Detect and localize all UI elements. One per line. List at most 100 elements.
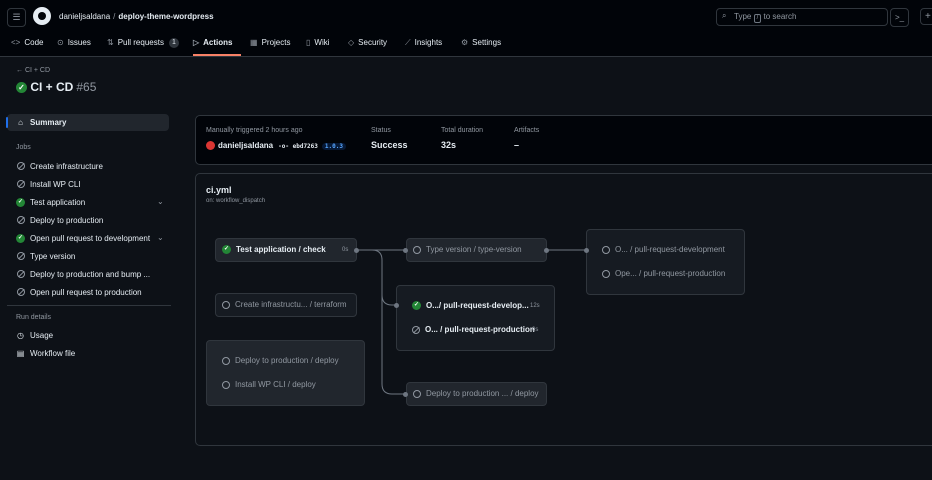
sidebar-job-type-version[interactable]: Type version	[16, 249, 75, 263]
search-input[interactable]: ⌕ Type / to search	[716, 8, 888, 26]
commit-icon: -o-	[278, 143, 289, 150]
job-duration: 0s	[342, 247, 349, 253]
ref-badge[interactable]: 1.0.3	[321, 143, 346, 150]
actor-link[interactable]: danieljsaldana	[218, 141, 273, 150]
run-details-heading: Run details	[16, 314, 52, 321]
job-group-pull-requests-middle	[396, 285, 555, 351]
stopwatch-icon: ◷	[17, 330, 24, 340]
job-install-wp-cli[interactable]: Install WP CLI / deploy	[222, 380, 316, 389]
pending-icon	[602, 269, 610, 278]
job-pr-development-mid[interactable]: ✓ O.../ pull-request-develop...	[412, 301, 529, 310]
tab-pull-requests[interactable]: ⇅ Pull requests 1	[107, 35, 179, 56]
job-deploy-bump[interactable]: Deploy to production ... / deploy	[413, 389, 539, 398]
sidebar-job-install-wp-cli[interactable]: Install WP CLI	[16, 177, 81, 191]
repo-owner-link[interactable]: danieljsaldana	[59, 12, 110, 21]
status-value: Success	[371, 140, 408, 150]
pending-icon	[602, 245, 610, 254]
search-shortcut-key: /	[753, 14, 762, 23]
breadcrumb: danieljsaldana / deploy-theme-wordpress	[59, 12, 214, 21]
issue-icon: ⊙	[57, 38, 64, 47]
job-group-deploy	[206, 340, 365, 406]
skipped-icon	[16, 270, 25, 278]
tab-projects[interactable]: ▦ Projects	[250, 35, 290, 56]
success-check-icon: ✓	[412, 301, 421, 310]
job-pr-production-right[interactable]: Ope... / pull-request-production	[602, 269, 725, 278]
plus-icon: +	[925, 11, 931, 22]
top-bar: ☰ danieljsaldana / deploy-theme-wordpress …	[0, 0, 932, 57]
sidebar-job-open-pr-production[interactable]: Open pull request to production	[16, 285, 142, 299]
sidebar-job-deploy-to-production[interactable]: Deploy to production	[16, 213, 103, 227]
menu-button[interactable]: ☰	[7, 8, 26, 27]
sidebar-item-summary[interactable]: ⌂ Summary	[16, 115, 66, 129]
create-new-button[interactable]: +	[920, 8, 932, 25]
success-check-icon: ✓	[222, 245, 231, 254]
artifacts-label: Artifacts	[514, 127, 540, 134]
tab-insights[interactable]: ⟋ Insights	[405, 35, 442, 56]
job-group-pull-requests-right	[586, 229, 745, 295]
repo-name-link[interactable]: deploy-theme-wordpress	[118, 12, 213, 21]
avatar[interactable]	[206, 141, 215, 151]
success-check-icon: ✓	[16, 233, 25, 243]
tab-settings[interactable]: ⚙ Settings	[461, 35, 501, 56]
workflow-graph-card: ci.yml on: workflow_dispatch ✓ Test appli…	[195, 173, 932, 446]
play-icon: ▷	[193, 38, 200, 47]
trigger-text: Manually triggered 2 hours ago	[206, 127, 303, 134]
job-pr-production-mid[interactable]: O... / pull-request-production	[412, 325, 535, 334]
job-test-check[interactable]: ✓ Test application / check	[222, 245, 326, 254]
pull-requests-count: 1	[168, 38, 179, 48]
tab-wiki[interactable]: ▯ Wiki	[306, 35, 330, 56]
arrow-left-icon: ←	[16, 67, 23, 74]
sidebar-item-usage[interactable]: ◷ Usage	[16, 328, 53, 342]
success-check-icon: ✓	[16, 81, 27, 93]
skipped-icon	[16, 288, 25, 296]
sidebar-job-test-application[interactable]: ✓ Test application	[16, 195, 85, 209]
command-palette-button[interactable]: >_	[890, 8, 909, 27]
run-number: #65	[76, 80, 97, 94]
code-icon: <>	[11, 38, 21, 47]
connector-dot	[354, 248, 359, 253]
artifacts-value: –	[514, 140, 520, 150]
skipped-icon	[16, 180, 25, 188]
pending-icon	[222, 300, 230, 309]
job-duration: 0s	[532, 327, 539, 333]
commit-sha-link[interactable]: -o- ebd7263	[278, 143, 318, 150]
pending-icon	[413, 389, 421, 398]
duration-value: 32s	[441, 140, 457, 150]
sidebar-divider	[7, 305, 171, 306]
github-logo-icon[interactable]	[33, 7, 51, 25]
job-pr-development-right[interactable]: O... / pull-request-development	[602, 245, 725, 254]
pending-icon	[222, 356, 230, 365]
skipped-icon	[16, 162, 25, 170]
duration-label: Total duration	[441, 127, 484, 134]
connector-dot	[544, 248, 549, 253]
back-to-workflow-link[interactable]: ← CI + CD	[16, 67, 50, 74]
skipped-icon	[16, 216, 25, 224]
job-terraform[interactable]: Create infrastructu... / terraform	[222, 300, 347, 309]
chevron-down-icon[interactable]: ⌄	[157, 197, 164, 206]
pending-icon	[413, 245, 421, 254]
connector-dot	[403, 248, 408, 253]
tab-issues[interactable]: ⊙ Issues	[57, 35, 91, 56]
job-deploy-production[interactable]: Deploy to production / deploy	[222, 356, 339, 365]
status-label: Status	[371, 127, 391, 134]
sidebar-item-workflow-file[interactable]: ▤ Workflow file	[16, 346, 75, 360]
hamburger-icon: ☰	[12, 12, 21, 22]
tab-actions[interactable]: ▷ Actions	[193, 35, 241, 56]
sidebar-job-create-infrastructure[interactable]: Create infrastructure	[16, 159, 103, 173]
tab-code[interactable]: <> Code	[11, 35, 43, 56]
chevron-down-icon[interactable]: ⌄	[157, 233, 164, 242]
file-icon: ▤	[16, 348, 25, 358]
sidebar-job-deploy-and-bump[interactable]: Deploy to production and bump ...	[16, 267, 150, 281]
sidebar-job-open-pr-development[interactable]: ✓ Open pull request to development	[16, 231, 150, 245]
connector-dot	[403, 392, 408, 397]
job-duration: 12s	[530, 303, 540, 309]
run-summary-card: Manually triggered 2 hours ago danieljsa…	[195, 115, 932, 165]
connector-dot	[584, 248, 589, 253]
pull-request-icon: ⇅	[107, 38, 114, 47]
graph-icon: ⟋	[405, 38, 411, 47]
skipped-icon	[412, 325, 420, 334]
terminal-icon: >_	[894, 13, 905, 22]
search-icon: ⌕	[722, 11, 727, 20]
job-type-version[interactable]: Type version / type-version	[413, 245, 522, 254]
tab-security[interactable]: ◇ Security	[348, 35, 387, 56]
